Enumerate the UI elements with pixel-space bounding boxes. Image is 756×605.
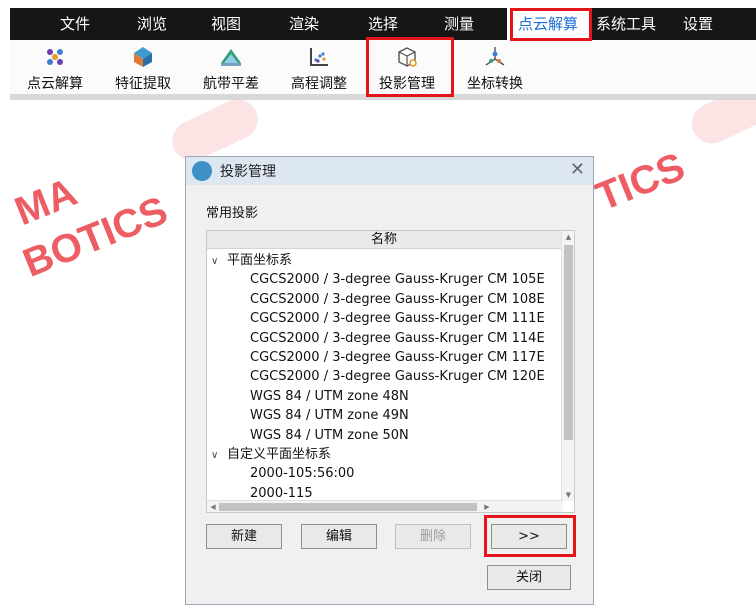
vertical-scroll-thumb[interactable] xyxy=(564,245,573,440)
menu-item-4[interactable]: 选择 xyxy=(354,8,412,40)
tree-item[interactable]: WGS 84 / UTM zone 50N xyxy=(250,426,409,445)
ribbon-button-1[interactable]: 特征提取 xyxy=(103,40,183,96)
tree-item[interactable]: WGS 84 / UTM zone 48N xyxy=(250,387,409,406)
tree-item[interactable]: CGCS2000 / 3-degree Gauss-Kruger CM 117E xyxy=(250,348,545,367)
tree-item[interactable]: 2000-115 xyxy=(250,484,313,503)
menu-item-7[interactable]: 系统工具 xyxy=(589,8,663,40)
tree-group-label: 自定义平面坐标系 xyxy=(227,447,332,462)
ribbon-button-label: 特征提取 xyxy=(115,76,171,92)
ribbon-button-label: 高程调整 xyxy=(291,76,347,92)
new-button[interactable]: 新建 xyxy=(206,524,282,549)
app-logo-icon xyxy=(192,161,212,181)
ribbon-button-5[interactable]: 坐标转换 xyxy=(455,40,535,96)
projection-dialog: 投影管理 ✕ 常用投影 名称 ▲ ▼ ◀ ▶ ∨ 平面坐标系 CGCS2000 / … xyxy=(185,156,594,605)
tree-item[interactable]: 2000-105:56:00 xyxy=(250,464,354,483)
menu-highlight-box xyxy=(510,8,592,41)
menu-item-1[interactable]: 浏览 xyxy=(123,8,181,40)
close-icon[interactable]: ✕ xyxy=(570,159,585,180)
tree-item[interactable]: CGCS2000 / 3-degree Gauss-Kruger CM 105E xyxy=(250,270,545,289)
dialog-titlebar[interactable]: 投影管理 ✕ xyxy=(186,157,593,185)
projection-tree[interactable]: 名称 ▲ ▼ ◀ ▶ ∨ 平面坐标系 CGCS2000 / 3-degree Gau… xyxy=(206,230,575,513)
ribbon-button-3[interactable]: 高程调整 xyxy=(279,40,359,96)
menu-item-2[interactable]: 视图 xyxy=(197,8,255,40)
vertical-scrollbar[interactable]: ▲ ▼ xyxy=(561,231,574,501)
coordinate-transform-icon xyxy=(483,45,507,69)
feature-extract-icon xyxy=(131,45,155,69)
menu-item-8[interactable]: 设置 xyxy=(671,8,725,40)
strip-adjust-icon xyxy=(219,45,243,69)
point-cloud-solve-icon xyxy=(43,45,67,69)
ribbon-button-label: 坐标转换 xyxy=(467,76,523,92)
scroll-right-icon[interactable]: ▶ xyxy=(481,501,493,512)
delete-button[interactable]: 删除 xyxy=(395,524,471,549)
menu-item-5[interactable]: 测量 xyxy=(430,8,488,40)
tree-item[interactable]: CGCS2000 / 3-degree Gauss-Kruger CM 120E xyxy=(250,367,545,386)
menu-item-3[interactable]: 渲染 xyxy=(275,8,333,40)
watermark-text-3: TICS xyxy=(589,144,691,220)
chevron-down-icon[interactable]: ∨ xyxy=(211,252,227,271)
column-header-name[interactable]: 名称 xyxy=(207,231,561,249)
tree-group[interactable]: ∨ 平面坐标系 xyxy=(211,251,292,270)
ribbon-highlight-box xyxy=(366,37,454,97)
tree-item[interactable]: CGCS2000 / 3-degree Gauss-Kruger CM 111E xyxy=(250,309,545,328)
ribbon-button-label: 点云解算 xyxy=(27,76,83,92)
tree-item[interactable]: CGCS2000 / 3-degree Gauss-Kruger CM 108E xyxy=(250,290,545,309)
dialog-title: 投影管理 xyxy=(220,164,276,180)
ribbon-button-0[interactable]: 点云解算 xyxy=(15,40,95,96)
horizontal-scroll-thumb[interactable] xyxy=(219,503,477,511)
ribbon-button-2[interactable]: 航带平差 xyxy=(191,40,271,96)
elevation-adjust-icon xyxy=(307,45,331,69)
section-label: 常用投影 xyxy=(206,206,259,221)
tree-group[interactable]: ∨ 自定义平面坐标系 xyxy=(211,445,331,464)
menu-bar: 文件 浏览 视图 渲染 选择 测量 点云解算 系统工具 设置 xyxy=(10,8,756,40)
more-button-highlight xyxy=(484,515,576,557)
chevron-down-icon[interactable]: ∨ xyxy=(211,446,227,465)
tree-item[interactable]: CGCS2000 / 3-degree Gauss-Kruger CM 114E xyxy=(250,329,545,348)
tree-group-label: 平面坐标系 xyxy=(227,253,293,268)
close-button[interactable]: 关闭 xyxy=(487,565,571,590)
edit-button[interactable]: 编辑 xyxy=(301,524,377,549)
scroll-left-icon[interactable]: ◀ xyxy=(207,501,219,512)
scroll-down-icon[interactable]: ▼ xyxy=(562,489,574,501)
menu-item-0[interactable]: 文件 xyxy=(45,8,105,40)
tree-item[interactable]: WGS 84 / UTM zone 49N xyxy=(250,406,409,425)
ribbon-button-label: 航带平差 xyxy=(203,76,259,92)
scroll-up-icon[interactable]: ▲ xyxy=(562,231,574,243)
